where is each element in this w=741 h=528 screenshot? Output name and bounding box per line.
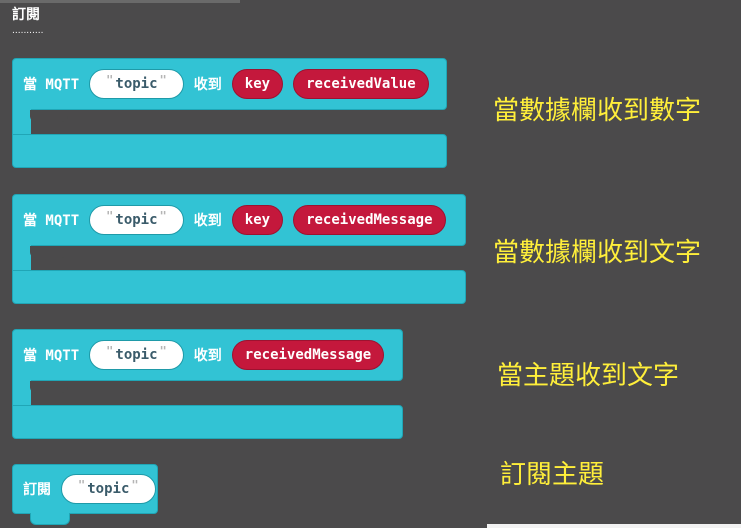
- received-label: 收到: [193, 77, 222, 93]
- when-mqtt-label: 當 MQTT: [23, 213, 80, 229]
- caption-received-text: 當數據欄收到文字: [493, 238, 702, 268]
- topic-input[interactable]: " topic ": [89, 205, 184, 235]
- section-title: 訂閱: [12, 7, 40, 23]
- subscribe-label: 訂閱: [23, 482, 51, 498]
- received-label: 收到: [193, 348, 222, 364]
- received-message-variable[interactable]: receivedMessage: [293, 205, 446, 235]
- topic-input[interactable]: " topic ": [89, 340, 184, 370]
- received-value-variable[interactable]: receivedValue: [293, 69, 429, 99]
- key-variable[interactable]: key: [231, 205, 284, 235]
- block-left-arm: [12, 245, 31, 271]
- received-message-variable[interactable]: receivedMessage: [231, 340, 385, 370]
- caption-subscribe-topic: 訂閱主題: [500, 460, 605, 490]
- topic-input[interactable]: " topic ": [89, 69, 184, 99]
- block-header[interactable]: 當 MQTT " topic " 收到 key receivedMessage: [12, 194, 466, 246]
- topic-input[interactable]: " topic ": [61, 474, 156, 504]
- received-label: 收到: [193, 213, 222, 229]
- bottom-tab: [30, 513, 70, 525]
- statement-notch: [30, 110, 68, 122]
- block-left-arm: [12, 380, 31, 406]
- section-title-underline: ...........: [12, 26, 44, 36]
- block-footer[interactable]: [12, 405, 403, 439]
- block-left-arm: [12, 109, 31, 135]
- statement-notch: [30, 246, 68, 258]
- block-footer[interactable]: [12, 270, 466, 304]
- when-mqtt-label: 當 MQTT: [23, 77, 80, 93]
- block-footer[interactable]: [12, 134, 447, 168]
- bottom-divider: [487, 524, 741, 528]
- block-header[interactable]: 當 MQTT " topic " 收到 key receivedValue: [12, 58, 447, 110]
- caption-topic-received-text: 當主題收到文字: [497, 361, 680, 391]
- when-mqtt-label: 當 MQTT: [23, 348, 80, 364]
- top-divider: [0, 0, 240, 3]
- block-header[interactable]: 當 MQTT " topic " 收到 receivedMessage: [12, 329, 403, 381]
- caption-received-number: 當數據欄收到數字: [493, 96, 702, 126]
- subscribe-block-body[interactable]: 訂閱 " topic ": [12, 464, 158, 514]
- statement-notch: [30, 381, 68, 393]
- key-variable[interactable]: key: [231, 69, 284, 99]
